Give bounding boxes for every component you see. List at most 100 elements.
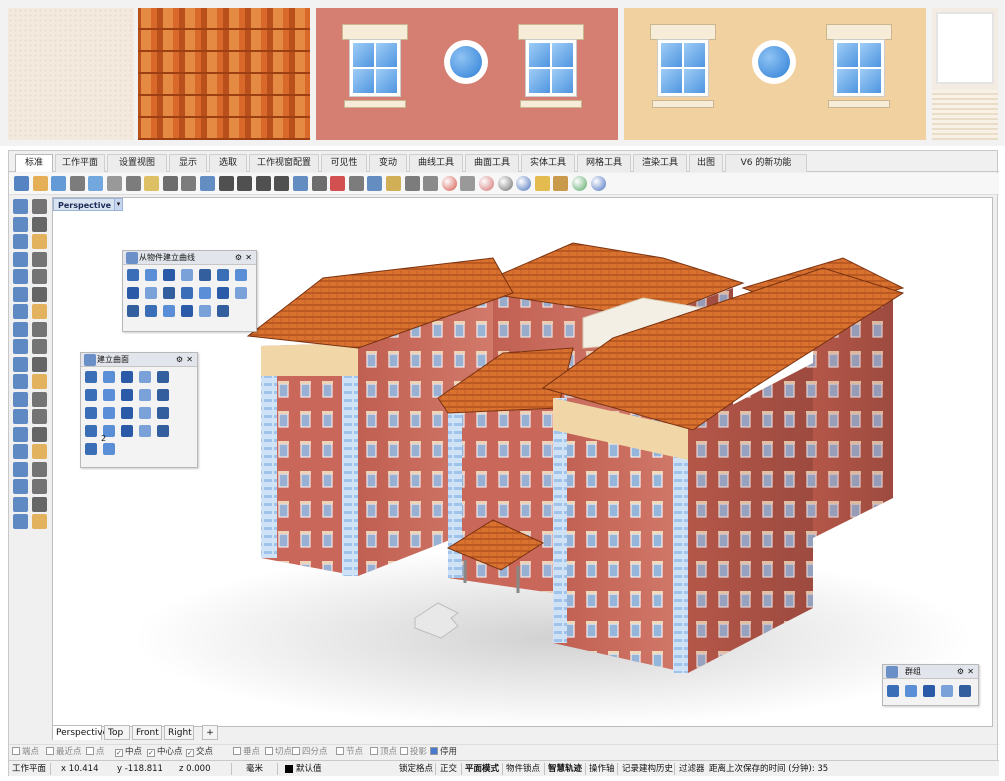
- curve-tool-icon-0[interactable]: [127, 269, 139, 281]
- mirror-icon[interactable]: [32, 426, 47, 442]
- gear-icon[interactable]: ⚙: [235, 251, 242, 265]
- view-tab-front[interactable]: Front: [132, 725, 162, 740]
- curve-icon[interactable]: [32, 216, 47, 232]
- osnap-0[interactable]: 端点: [12, 745, 39, 760]
- checkbox[interactable]: [12, 747, 20, 755]
- surface-tool-icon-11[interactable]: [103, 407, 115, 419]
- layer-icon[interactable]: [386, 176, 401, 191]
- osnap-9[interactable]: 节点: [336, 745, 363, 760]
- properties-icon[interactable]: [404, 176, 420, 191]
- paste-icon[interactable]: [144, 176, 160, 191]
- four-view-icon[interactable]: [311, 176, 327, 191]
- import-icon[interactable]: [88, 176, 104, 191]
- gear-icon[interactable]: ⚙: [957, 665, 964, 679]
- osnap-11[interactable]: 投影: [400, 745, 427, 760]
- curve-tool-icon-15[interactable]: [145, 305, 157, 317]
- status-layer[interactable]: 默认值: [296, 761, 322, 777]
- panel-header[interactable]: 从物件建立曲线 ⚙ ✕: [123, 251, 256, 265]
- blue-sphere-icon[interactable]: [516, 176, 532, 191]
- color-icon[interactable]: [441, 176, 457, 191]
- osnap-1[interactable]: 最近点: [46, 745, 82, 760]
- help-icon[interactable]: [590, 176, 606, 191]
- surface-tool-icon-10[interactable]: [85, 407, 97, 419]
- view-tab-right[interactable]: Right: [164, 725, 194, 740]
- curve-tool-icon-18[interactable]: [199, 305, 211, 317]
- dimension-icon[interactable]: [13, 461, 28, 477]
- checkbox[interactable]: ✓: [186, 749, 194, 757]
- fillet-icon[interactable]: [13, 286, 28, 302]
- surface-tool-icon-3[interactable]: [139, 371, 151, 383]
- curve-tool-icon-9[interactable]: [163, 287, 175, 299]
- osnap-10[interactable]: 顶点: [370, 745, 397, 760]
- curve-tool-icon-11[interactable]: [199, 287, 211, 299]
- surface-tool-icon-21[interactable]: [103, 443, 115, 455]
- print-icon[interactable]: [69, 176, 85, 191]
- checkbox[interactable]: [430, 747, 438, 755]
- curve-tool-icon-5[interactable]: [217, 269, 229, 281]
- status-gumball[interactable]: 操作轴: [589, 761, 615, 777]
- undo-icon[interactable]: [162, 176, 178, 191]
- tab-12[interactable]: 渲染工具: [633, 154, 687, 172]
- ungroup-icon[interactable]: [32, 444, 47, 459]
- rectangle-icon[interactable]: [13, 251, 28, 267]
- tab-2[interactable]: 设置视图: [107, 154, 167, 172]
- render-icon[interactable]: [479, 176, 494, 191]
- checkbox[interactable]: [46, 747, 54, 755]
- tab-11[interactable]: 网格工具: [577, 154, 631, 172]
- status-filter[interactable]: 过滤器: [679, 761, 705, 777]
- osnap-4[interactable]: ✓ 中心点: [147, 745, 183, 760]
- analyze-icon[interactable]: [32, 514, 47, 529]
- block-icon[interactable]: [13, 479, 28, 494]
- undo-view-icon[interactable]: [293, 176, 308, 191]
- osnap-7[interactable]: 切点: [265, 745, 292, 760]
- boolean-icon[interactable]: [32, 339, 47, 354]
- group-icon[interactable]: [13, 444, 28, 459]
- osnap-2[interactable]: 点: [86, 745, 105, 760]
- tab-9[interactable]: 曲面工具: [465, 154, 519, 172]
- surface-tool-icon-14[interactable]: [157, 407, 169, 419]
- osnap-3[interactable]: ✓ 中点: [115, 745, 142, 760]
- group-tool-icon-4[interactable]: [959, 685, 971, 697]
- zoom-extents-icon[interactable]: [255, 176, 271, 191]
- point-icon[interactable]: [32, 199, 47, 214]
- surface-tool-icon-15[interactable]: [85, 425, 97, 437]
- tab-3[interactable]: 显示: [169, 154, 207, 172]
- surface-tool-icon-0[interactable]: [85, 371, 97, 383]
- status-osnap[interactable]: 物件锁点: [506, 761, 540, 777]
- status-history[interactable]: 记录建构历史: [622, 761, 673, 777]
- curve-tool-icon-8[interactable]: [145, 287, 157, 299]
- zoom-window-icon[interactable]: [237, 176, 253, 191]
- new-icon[interactable]: [14, 176, 29, 191]
- tab-10[interactable]: 实体工具: [521, 154, 575, 172]
- status-ortho[interactable]: 正交: [440, 761, 457, 777]
- options-icon[interactable]: [553, 176, 569, 191]
- panel-header[interactable]: 建立曲面 ⚙ ✕: [81, 353, 197, 367]
- surface-tool-icon-13[interactable]: [139, 407, 151, 419]
- osnap-8[interactable]: 四分点: [292, 745, 328, 760]
- checkbox[interactable]: [336, 747, 344, 755]
- curve-tool-icon-7[interactable]: [127, 287, 139, 299]
- save-icon[interactable]: [51, 176, 67, 191]
- curve-tool-icon-13[interactable]: [235, 287, 247, 299]
- layer-icon[interactable]: [32, 479, 47, 494]
- lock-icon[interactable]: [423, 176, 439, 191]
- osnap-5[interactable]: ✓ 交点: [186, 745, 213, 760]
- globe-icon[interactable]: [572, 176, 587, 191]
- named-view-icon[interactable]: [367, 176, 383, 191]
- freeform-icon[interactable]: [32, 269, 47, 284]
- cut-icon[interactable]: [107, 176, 122, 191]
- surface-tool-icon-18[interactable]: [139, 425, 151, 437]
- rotate-icon[interactable]: [13, 409, 28, 424]
- group-tool-icon-2[interactable]: [923, 685, 935, 697]
- tab-5[interactable]: 工作视窗配置: [249, 154, 319, 172]
- close-icon[interactable]: ✕: [245, 251, 252, 265]
- panel-create-surface[interactable]: 建立曲面 ⚙ ✕ 2: [80, 352, 198, 468]
- view-tab-perspective[interactable]: Perspective: [52, 725, 108, 740]
- gear-icon[interactable]: ⚙: [176, 353, 183, 367]
- curve-tool-icon-6[interactable]: [235, 269, 247, 281]
- tab-8[interactable]: 曲线工具: [409, 154, 463, 172]
- add-view-tab-button[interactable]: +: [202, 725, 218, 740]
- surface-tool-icon-19[interactable]: [157, 425, 169, 437]
- extrude-icon[interactable]: [13, 339, 28, 354]
- surface-tool-icon-9[interactable]: [157, 389, 169, 401]
